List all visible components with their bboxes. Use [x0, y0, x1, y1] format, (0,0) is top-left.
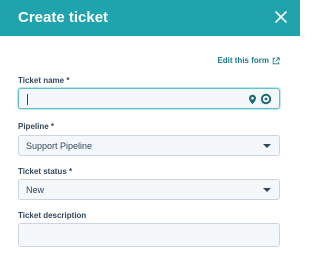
external-link-icon — [272, 56, 280, 64]
panel-title: Create ticket — [18, 9, 109, 26]
edit-form-link[interactable]: Edit this form — [217, 56, 280, 65]
ticket-description-input[interactable] — [18, 223, 280, 247]
close-button[interactable] — [272, 8, 290, 26]
pipeline-selected-value: Support Pipeline — [26, 141, 93, 151]
ticket-name-input-icons — [248, 93, 272, 105]
chat-bubble-icon[interactable] — [260, 93, 272, 105]
create-ticket-panel: Create ticket Edit this form Ticket name… — [0, 0, 300, 254]
ticket-status-label: Ticket status * — [18, 167, 73, 176]
text-caret — [27, 94, 28, 105]
ticket-status-selected-value: New — [26, 185, 45, 195]
ticket-name-label: Ticket name * — [18, 76, 70, 85]
pipeline-label: Pipeline * — [18, 122, 55, 131]
chevron-down-icon — [263, 144, 271, 148]
location-pin-icon[interactable] — [248, 94, 257, 105]
ticket-description-label: Ticket description — [18, 211, 87, 220]
pipeline-select[interactable]: Support Pipeline — [18, 135, 280, 156]
chevron-down-icon — [263, 188, 271, 192]
edit-form-link-label: Edit this form — [217, 56, 269, 65]
ticket-status-select[interactable]: New — [18, 179, 280, 200]
panel-header: Create ticket — [0, 0, 300, 36]
close-icon — [275, 11, 287, 23]
ticket-name-input[interactable] — [18, 88, 280, 109]
